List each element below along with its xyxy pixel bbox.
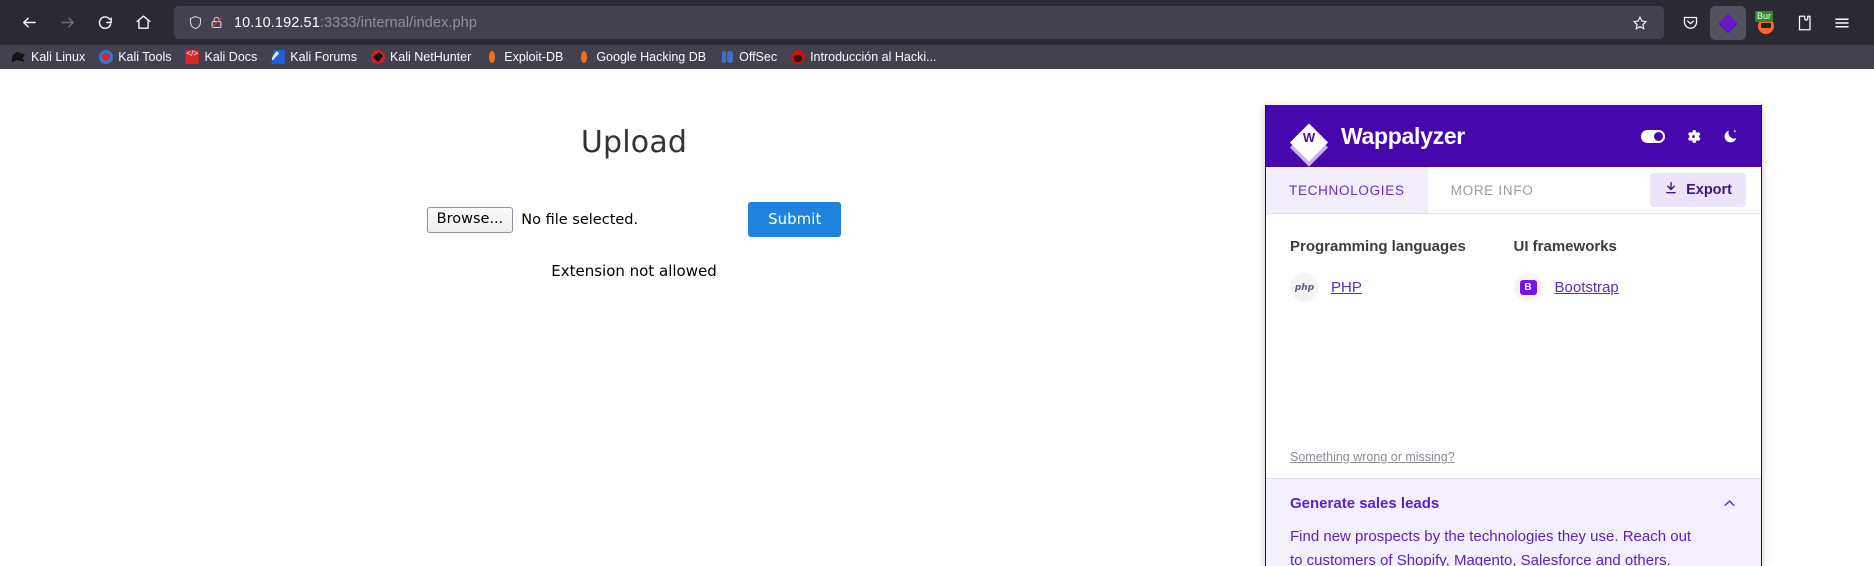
bookmark-kali-linux[interactable]: Kali Linux	[6, 48, 91, 66]
lock-crossed-icon[interactable]	[209, 15, 224, 30]
kali-tools-icon	[99, 50, 114, 64]
wappalyzer-extension-icon[interactable]	[1710, 5, 1746, 40]
wappalyzer-header: W Wappalyzer	[1266, 105, 1761, 167]
export-button[interactable]: Export	[1650, 173, 1746, 207]
google-hacking-db-icon	[577, 50, 591, 64]
leads-body-line2: to customers of Shopify, Magento, Salesf…	[1290, 552, 1671, 566]
moon-icon[interactable]	[1722, 128, 1739, 145]
bookmark-label: Google Hacking DB	[596, 50, 707, 64]
url-bar[interactable]: 10.10.192.51:3333/internal/index.php	[174, 6, 1664, 39]
page-title: Upload	[580, 125, 688, 160]
exploit-db-icon	[485, 50, 499, 64]
feedback-link[interactable]: Something wrong or missing?	[1290, 450, 1737, 464]
file-input[interactable]: Browse... No file selected.	[426, 206, 639, 233]
leads-title: Generate sales leads	[1290, 495, 1440, 512]
leads-body: Find new prospects by the technologies t…	[1290, 525, 1737, 566]
burp-suite-icon[interactable]: Bur	[1748, 6, 1784, 40]
bookmark-label: OffSec	[739, 50, 778, 64]
navigation-toolbar: 10.10.192.51:3333/internal/index.php Bur	[0, 0, 1874, 45]
theme-toggle[interactable]	[1641, 129, 1665, 143]
tab-technologies[interactable]: TECHNOLOGIES	[1266, 167, 1428, 213]
page-content: Upload Browse... No file selected. Submi…	[0, 69, 1874, 566]
bookmark-kali-forums[interactable]: Kali Forums	[265, 48, 363, 66]
bookmark-google-hacking-db[interactable]: Google Hacking DB	[571, 48, 712, 66]
leads-body-line1: Find new prospects by the technologies t…	[1290, 528, 1692, 545]
extensions-icon[interactable]	[1786, 6, 1822, 40]
generate-sales-leads-panel: Generate sales leads Find new prospects …	[1266, 478, 1761, 566]
kali-nethunter-icon	[370, 50, 385, 64]
technology-link[interactable]: Bootstrap	[1555, 279, 1619, 296]
gear-icon[interactable]	[1685, 128, 1702, 145]
wappalyzer-diamond-glyph	[1718, 13, 1738, 34]
wappalyzer-tabs: TECHNOLOGIES MORE INFO Export	[1266, 167, 1761, 214]
bookmark-offsec[interactable]: OffSec	[714, 48, 783, 66]
app-menu-icon[interactable]	[1824, 6, 1860, 40]
bookmark-kali-tools[interactable]: Kali Tools	[93, 48, 177, 66]
bookmark-label: Introducción al Hacki...	[810, 50, 937, 64]
bookmark-kali-nethunter[interactable]: Kali NetHunter	[365, 48, 477, 66]
bookmark-label: Exploit-DB	[504, 50, 564, 64]
download-icon	[1664, 181, 1678, 199]
introduccion-hacking-icon	[791, 50, 806, 64]
bookmark-label: Kali Forums	[290, 50, 357, 64]
category-ui-frameworks: UI frameworks B Bootstrap	[1513, 238, 1738, 302]
browser-chrome: 10.10.192.51:3333/internal/index.php Bur	[0, 0, 1874, 69]
file-status-label: No file selected.	[521, 211, 639, 228]
export-label: Export	[1686, 182, 1732, 198]
kali-dragon-icon	[12, 50, 26, 64]
technology-item-bootstrap[interactable]: B Bootstrap	[1513, 273, 1738, 302]
chevron-up-icon[interactable]	[1722, 496, 1737, 511]
submit-button[interactable]: Submit	[748, 202, 842, 237]
upload-controls: Browse... No file selected. Submit	[0, 202, 1268, 237]
bookmark-exploit-db[interactable]: Exploit-DB	[479, 48, 569, 66]
forward-button[interactable]	[48, 6, 86, 40]
home-button[interactable]	[124, 6, 162, 40]
reload-button[interactable]	[86, 6, 124, 40]
back-button[interactable]	[10, 6, 48, 40]
technology-link[interactable]: PHP	[1331, 279, 1362, 296]
upload-form: Upload Browse... No file selected. Submi…	[0, 69, 1268, 280]
url-host: 10.10.192.51	[234, 14, 320, 31]
wappalyzer-panel: W Wappalyzer TECHNOLOGIES MORE INFO Expo…	[1265, 105, 1762, 566]
toolbar-right: Bur	[1672, 5, 1864, 40]
pocket-icon[interactable]	[1672, 6, 1708, 40]
wappalyzer-header-actions	[1641, 128, 1739, 145]
kali-forums-icon	[271, 50, 286, 64]
url-text[interactable]: 10.10.192.51:3333/internal/index.php	[234, 15, 477, 31]
bookmark-label: Kali Tools	[118, 50, 172, 64]
burp-glyph: Bur	[1755, 10, 1777, 34]
url-path: :3333/internal/index.php	[319, 14, 478, 31]
burp-badge: Bur	[1755, 10, 1774, 22]
bookmark-label: Kali Linux	[31, 50, 86, 64]
offsec-icon	[720, 50, 734, 64]
bookmark-label: Kali Docs	[204, 50, 258, 64]
shield-icon[interactable]	[188, 15, 203, 30]
wappalyzer-body: Programming languages php PHP UI framewo…	[1266, 214, 1761, 478]
technology-categories: Programming languages php PHP UI framewo…	[1290, 238, 1737, 302]
category-title: Programming languages	[1290, 238, 1466, 255]
browse-button[interactable]: Browse...	[426, 206, 514, 233]
bookmark-kali-docs[interactable]: Kali Docs	[179, 48, 263, 66]
kali-docs-icon	[185, 49, 200, 64]
bookmark-label: Kali NetHunter	[389, 50, 472, 64]
bootstrap-icon: B	[1513, 273, 1543, 302]
bookmarks-bar: Kali Linux Kali Tools Kali Docs Kali For…	[0, 45, 1874, 69]
leads-header[interactable]: Generate sales leads	[1290, 495, 1737, 512]
wappalyzer-brand: Wappalyzer	[1341, 122, 1465, 149]
status-message: Extension not allowed	[551, 262, 717, 280]
php-icon: php	[1290, 273, 1319, 302]
category-programming-languages: Programming languages php PHP	[1290, 238, 1514, 302]
bookmark-introduccion-al-hacking[interactable]: Introducción al Hacki...	[785, 48, 942, 66]
wappalyzer-logo-icon: W	[1288, 115, 1330, 167]
tab-more-info[interactable]: MORE INFO	[1428, 167, 1557, 213]
star-icon[interactable]	[1624, 8, 1656, 38]
technology-item-php[interactable]: php PHP	[1290, 273, 1514, 302]
category-title: UI frameworks	[1513, 238, 1617, 255]
